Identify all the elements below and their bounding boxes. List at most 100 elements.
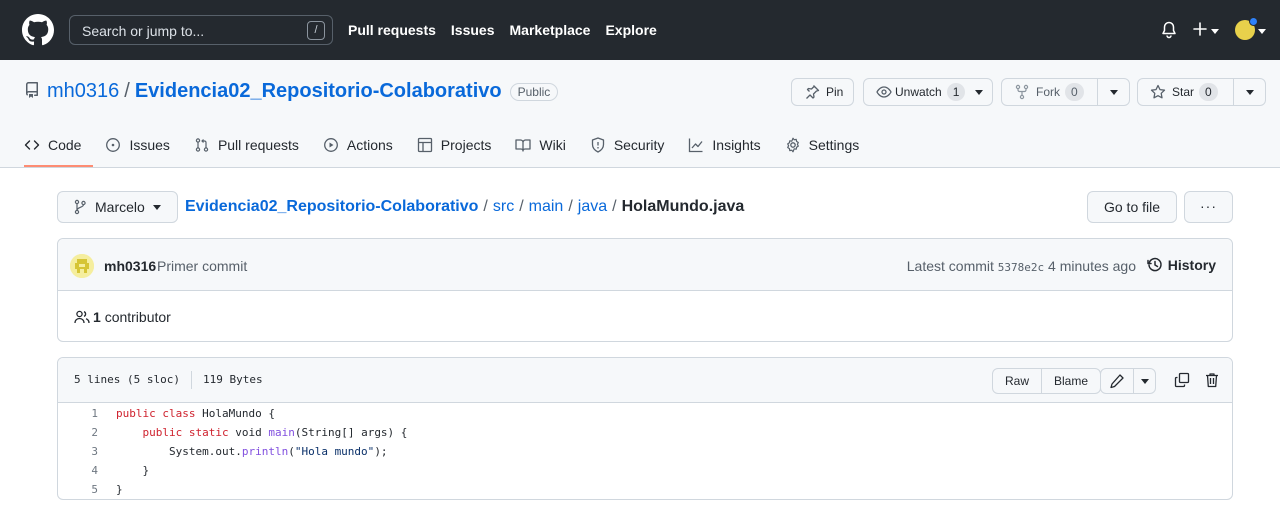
tab-wiki[interactable]: Wiki <box>515 137 566 153</box>
nav-pull-requests[interactable]: Pull requests <box>348 22 436 38</box>
repo-title: mh0316 / Evidencia02_Repositorio-Colabor… <box>47 80 559 103</box>
file-line-count: 5 lines (5 sloc) <box>74 373 180 386</box>
bell-icon[interactable] <box>1161 21 1177 39</box>
nav-marketplace[interactable]: Marketplace <box>510 22 591 38</box>
repo-name-link[interactable]: Evidencia02_Repositorio-Colaborativo <box>135 80 502 103</box>
tab-actions[interactable]: Actions <box>323 137 393 153</box>
chevron-down-icon <box>1109 89 1118 95</box>
code-line: 5 } <box>58 480 1232 499</box>
history-link[interactable]: History <box>1147 257 1216 273</box>
line-number[interactable]: 3 <box>58 442 98 461</box>
tab-settings[interactable]: Settings <box>785 137 859 153</box>
commit-sha[interactable]: 5378e2c <box>998 261 1044 274</box>
tab-actions-label: Actions <box>346 137 393 153</box>
pull-request-icon <box>195 138 209 152</box>
tab-insights[interactable]: Insights <box>688 137 761 153</box>
history-label: History <box>1167 257 1216 273</box>
code-listing: 1 public class HolaMundo { 2 public stat… <box>58 404 1232 499</box>
line-number[interactable]: 2 <box>58 423 98 442</box>
chevron-down-icon[interactable] <box>1258 29 1266 34</box>
repo-owner-link[interactable]: mh0316 <box>47 80 119 103</box>
tab-projects-label: Projects <box>440 137 492 153</box>
file-info: 5 lines (5 sloc) 119 Bytes <box>74 371 263 389</box>
active-tab-indicator <box>24 165 93 167</box>
star-label: Star <box>1172 85 1195 99</box>
raw-button[interactable]: Raw <box>993 369 1041 393</box>
more-options-button[interactable]: ··· <box>1184 191 1233 223</box>
book-icon <box>515 139 532 152</box>
avatar[interactable] <box>70 254 94 278</box>
edit-button[interactable] <box>1101 369 1133 393</box>
blame-button[interactable]: Blame <box>1041 369 1100 393</box>
search-input[interactable]: Search or jump to... / <box>69 15 333 45</box>
global-nav: Pull requests Issues Marketplace Explore <box>348 22 672 38</box>
chevron-down-icon <box>152 204 161 210</box>
branch-icon <box>74 199 86 215</box>
nav-explore[interactable]: Explore <box>605 22 656 38</box>
commit-message[interactable]: Primer commit <box>157 258 247 274</box>
chevron-down-icon[interactable] <box>1211 29 1219 34</box>
visibility-badge: Public <box>509 82 559 101</box>
raw-blame-group: Raw Blame <box>992 368 1102 394</box>
tab-issues-label: Issues <box>129 137 170 153</box>
tab-wiki-label: Wiki <box>539 137 566 153</box>
branch-selector[interactable]: Marcelo <box>57 191 178 223</box>
breadcrumb-src[interactable]: src <box>493 198 514 215</box>
star-button[interactable]: Star 0 <box>1137 78 1266 106</box>
tab-insights-label: Insights <box>712 137 761 153</box>
tab-projects[interactable]: Projects <box>417 137 492 153</box>
breadcrumb-main[interactable]: main <box>529 198 564 215</box>
line-number[interactable]: 4 <box>58 461 98 480</box>
watch-dropdown[interactable] <box>966 79 992 105</box>
repo-icon <box>24 82 40 98</box>
breadcrumb-repo[interactable]: Evidencia02_Repositorio-Colaborativo <box>185 198 478 215</box>
contributors-summary[interactable]: 1 contributor <box>74 309 171 325</box>
global-header: Search or jump to... / Pull requests Iss… <box>0 0 1280 60</box>
pin-button[interactable]: Pin <box>791 78 854 106</box>
gear-icon <box>786 137 799 153</box>
line-code: } <box>116 483 123 496</box>
line-code: System.out.println("Hola mundo"); <box>116 445 388 458</box>
line-code: } <box>116 464 150 477</box>
tab-pull-requests[interactable]: Pull requests <box>194 137 299 153</box>
pin-label: Pin <box>826 85 844 99</box>
breadcrumb: Evidencia02_Repositorio-Colaborativo / src… <box>185 198 745 215</box>
fork-button[interactable]: Fork 0 <box>1001 78 1130 106</box>
nav-issues[interactable]: Issues <box>451 22 495 38</box>
code-line: 4 } <box>58 461 1232 480</box>
repo-header: mh0316 / Evidencia02_Repositorio-Colabor… <box>0 60 1280 168</box>
breadcrumb-java[interactable]: java <box>578 198 607 215</box>
commit-author[interactable]: mh0316 <box>104 258 156 274</box>
repo-separator: / <box>124 80 130 102</box>
chevron-down-icon <box>975 89 983 95</box>
line-number[interactable]: 1 <box>58 404 98 423</box>
tab-security[interactable]: Security <box>590 137 664 153</box>
trash-icon[interactable] <box>1204 372 1220 388</box>
plus-icon[interactable] <box>1192 21 1208 37</box>
latest-commit-label: Latest commit <box>906 258 994 274</box>
commit-header: mh0316 Primer commit Latest commit 5378e… <box>58 239 1232 291</box>
tab-code[interactable]: Code <box>24 137 81 153</box>
search-shortcut-key: / <box>307 21 325 40</box>
pencil-icon <box>1110 374 1124 389</box>
fork-dropdown[interactable] <box>1097 79 1129 105</box>
contributors-count: 1 <box>93 309 101 325</box>
pin-icon <box>806 85 820 99</box>
fork-count: 0 <box>1065 83 1084 101</box>
tab-issues[interactable]: Issues <box>105 137 170 153</box>
line-code: public static void main(String[] args) { <box>142 426 408 439</box>
unwatch-button[interactable]: Unwatch 1 <box>863 78 993 106</box>
file-viewer: 5 lines (5 sloc) 119 Bytes Raw Blame 1 p… <box>57 357 1233 500</box>
go-to-file-button[interactable]: Go to file <box>1087 191 1177 223</box>
chevron-down-icon <box>1140 378 1149 384</box>
contributors-label: contributor <box>104 309 171 325</box>
people-icon <box>74 310 90 324</box>
watch-count: 1 <box>946 83 966 101</box>
notification-dot <box>1249 17 1258 26</box>
branch-name: Marcelo <box>95 199 145 215</box>
line-number[interactable]: 5 <box>58 480 98 499</box>
edit-dropdown[interactable] <box>1133 369 1155 393</box>
github-logo-icon[interactable] <box>22 14 54 46</box>
star-dropdown[interactable] <box>1233 79 1265 105</box>
copy-icon[interactable] <box>1174 372 1190 388</box>
